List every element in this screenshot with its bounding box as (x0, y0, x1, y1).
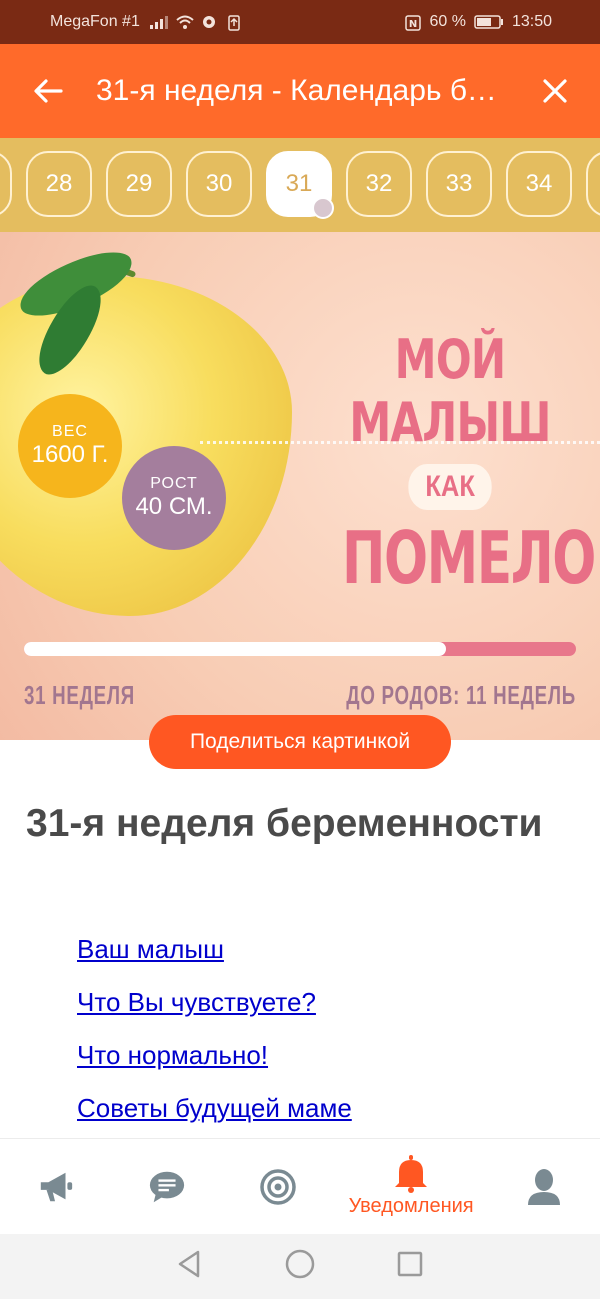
circle-home-icon (285, 1249, 315, 1279)
toc-link-normal[interactable]: Что нормально! (77, 1036, 352, 1089)
carrier-text: MegaFon #1 (50, 13, 140, 30)
clock: 13:50 (511, 13, 552, 30)
height-value: 40 СМ. (135, 493, 213, 520)
week-chip-30[interactable]: 30 (186, 151, 252, 217)
nav-item-notifications[interactable]: Уведомления (333, 1139, 489, 1234)
toc-link-feelings[interactable]: Что Вы чувствуете? (77, 983, 352, 1036)
nav-item-goals[interactable] (222, 1139, 333, 1234)
square-recents-icon (397, 1251, 423, 1277)
system-navigation-bar (0, 1234, 600, 1299)
svg-text:N: N (409, 19, 417, 30)
bell-icon (392, 1155, 430, 1193)
week-chip-33[interactable]: 33 (426, 151, 492, 217)
headline-top: МОЙ МАЛЫШ (349, 328, 551, 454)
share-image-button[interactable]: Поделиться картинкой (149, 715, 451, 769)
week-chip-29[interactable]: 29 (106, 151, 172, 217)
week-chip[interactable] (586, 151, 600, 217)
system-back-button[interactable] (176, 1249, 204, 1284)
height-label: РОСТ (150, 475, 198, 492)
week-chip-34[interactable]: 34 (506, 151, 572, 217)
nav-item-profile[interactable] (489, 1139, 600, 1234)
nav-item-label: Уведомления (348, 1195, 474, 1217)
close-icon (543, 79, 567, 103)
profile-icon (525, 1168, 563, 1206)
battery-percent: 60 % (429, 13, 466, 30)
chat-icon (148, 1168, 186, 1206)
week-chip-31-selected[interactable]: 31 (266, 151, 334, 219)
battery-icon (474, 15, 504, 29)
week-chip[interactable] (0, 151, 12, 217)
system-home-button[interactable] (284, 1248, 316, 1285)
screen: MegaFon #1 N 60 % 13:50 31-я неделя - Ка… (0, 0, 600, 1299)
banner-headline: МОЙ МАЛЫШ КАК ПОМЕЛО (300, 328, 600, 600)
headline-mid: КАК (408, 464, 492, 510)
system-recents-button[interactable] (396, 1250, 424, 1283)
article-title: 31-я неделя беременности (26, 802, 543, 845)
weeks-remaining-label: ДО РОДОВ: 11 НЕДЕЛЬ (346, 680, 576, 710)
current-week-label: 31 НЕДЕЛЯ (24, 680, 135, 710)
megaphone-icon (37, 1168, 75, 1206)
height-badge: РОСТ 40 СМ. (122, 446, 226, 550)
wifi-icon (176, 15, 194, 29)
nav-item-news[interactable] (0, 1139, 111, 1234)
table-of-contents: Ваш малыш Что Вы чувствуете? Что нормаль… (77, 930, 352, 1142)
headline-bottom: ПОМЕЛО (342, 516, 596, 600)
page-title: 31-я неделя - Календарь беременности (96, 74, 510, 107)
week-chip-32[interactable]: 32 (346, 151, 412, 217)
back-button[interactable] (0, 44, 96, 138)
week-track: 28 29 30 31 32 33 34 (0, 151, 600, 219)
progress-fill (24, 642, 447, 656)
week-selector: 28 29 30 31 32 33 34 (0, 138, 600, 232)
toolbar: 31-я неделя - Календарь беременности (0, 44, 600, 138)
bottom-navigation: Уведомления (0, 1138, 600, 1234)
upload-icon (228, 15, 244, 31)
weight-label: ВЕС (52, 423, 88, 440)
arrow-left-icon (34, 79, 63, 103)
weight-value: 1600 Г. (31, 441, 109, 468)
week-chip-label: 31 (285, 170, 313, 197)
baby-size-banner: ВЕС 1600 Г. РОСТ 40 СМ. МОЙ МАЛЫШ КАК ПО… (0, 232, 600, 740)
triangle-back-icon (178, 1250, 200, 1278)
weight-badge: ВЕС 1600 Г. (18, 394, 122, 498)
toc-link-baby[interactable]: Ваш малыш (77, 930, 352, 983)
avatar (312, 197, 334, 219)
close-button[interactable] (510, 44, 600, 138)
chrome-icon (202, 15, 218, 29)
toc-link-tips[interactable]: Советы будущей маме (77, 1089, 352, 1142)
pregnancy-progress-bar (24, 642, 576, 656)
week-chip-28[interactable]: 28 (26, 151, 92, 217)
signal-icon (149, 15, 168, 29)
nfc-icon: N (405, 15, 422, 31)
nav-item-chat[interactable] (111, 1139, 222, 1234)
status-bar: MegaFon #1 N 60 % 13:50 (0, 0, 600, 44)
target-icon (259, 1168, 297, 1206)
